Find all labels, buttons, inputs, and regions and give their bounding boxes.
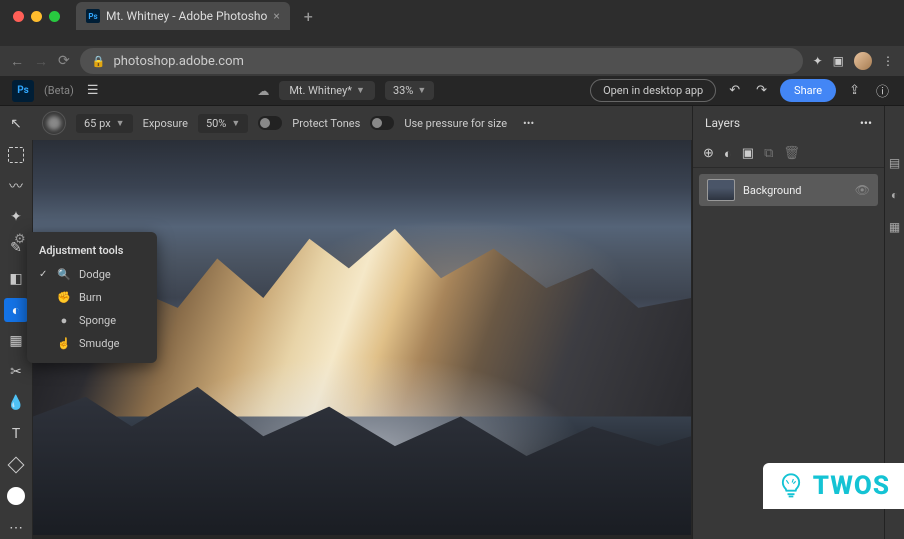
- popup-title: Adjustment tools: [27, 240, 157, 263]
- share-button[interactable]: Share: [780, 79, 836, 102]
- adjustments-panel-icon[interactable]: ◐: [891, 188, 898, 202]
- url-text: photoshop.adobe.com: [113, 54, 243, 69]
- exposure-label: Exposure: [143, 117, 188, 130]
- close-window-button[interactable]: [13, 11, 24, 22]
- smudge-icon: ☝: [57, 337, 71, 350]
- chevron-down-icon: ▼: [116, 118, 125, 129]
- type-tool[interactable]: T: [4, 423, 28, 446]
- gradient-tool[interactable]: ▦: [4, 330, 28, 353]
- help-icon[interactable]: ⓘ: [873, 78, 892, 103]
- layers-title: Layers: [705, 116, 740, 130]
- profile-avatar[interactable]: [854, 52, 872, 70]
- redo-button[interactable]: ↷: [753, 80, 770, 101]
- more-tools[interactable]: ⋯: [4, 516, 28, 539]
- exposure-field[interactable]: 50% ▼: [198, 114, 248, 133]
- watermark-text: TWOS: [813, 471, 890, 501]
- group-icon[interactable]: ⧉: [764, 146, 773, 161]
- dodge-tool[interactable]: ◐: [4, 298, 28, 321]
- burn-icon: ✊: [57, 291, 71, 304]
- cloud-icon[interactable]: ☁: [257, 84, 269, 98]
- export-icon[interactable]: ⇪: [846, 80, 863, 101]
- chevron-down-icon: ▼: [231, 118, 240, 129]
- reload-button[interactable]: ⟳: [58, 53, 70, 69]
- visibility-icon[interactable]: 👁: [855, 183, 870, 197]
- popup-item-sponge[interactable]: ✓ ● Sponge: [27, 309, 157, 332]
- photoshop-logo[interactable]: Ps: [12, 80, 34, 102]
- popup-item-burn[interactable]: ✓ ✊ Burn: [27, 286, 157, 309]
- dodge-icon: 🔍: [57, 268, 71, 281]
- mask-icon[interactable]: ▣: [742, 146, 754, 161]
- chevron-down-icon: ▼: [417, 85, 426, 96]
- extension-icons: ✦ ▣ ⋮: [813, 52, 894, 70]
- color-swatch[interactable]: [4, 485, 28, 508]
- layer-name: Background: [743, 184, 847, 197]
- eyedropper-tool[interactable]: 💧: [4, 392, 28, 415]
- url-field[interactable]: 🔒 photoshop.adobe.com: [80, 48, 803, 74]
- minimize-window-button[interactable]: [31, 11, 42, 22]
- more-options-icon[interactable]: •••: [523, 117, 534, 130]
- crop-tool[interactable]: ✂: [4, 361, 28, 384]
- adjustment-tools-popup: Adjustment tools ✓ 🔍 Dodge ✓ ✊ Burn ✓ ● …: [27, 232, 157, 363]
- marquee-tool[interactable]: [4, 143, 28, 166]
- undo-button[interactable]: ↶: [726, 80, 743, 101]
- layers-panel-header: Layers •••: [693, 106, 884, 140]
- pressure-size-label: Use pressure for size: [404, 117, 507, 130]
- brush-size-field[interactable]: 65 px ▼: [76, 114, 133, 133]
- popup-item-smudge[interactable]: ✓ ☝ Smudge: [27, 332, 157, 355]
- properties-panel-icon[interactable]: ▤: [889, 156, 900, 170]
- wand-tool[interactable]: ✦: [4, 205, 28, 228]
- document-name: Mt. Whitney*: [289, 84, 352, 97]
- tool-options-bar: 65 px ▼ Exposure 50% ▼ Protect Tones Use…: [32, 106, 692, 140]
- lock-icon: 🔒: [92, 55, 106, 68]
- window-controls: [13, 11, 60, 22]
- gear-icon[interactable]: ⚙: [14, 232, 26, 247]
- adjustment-layer-icon[interactable]: ◐: [724, 146, 732, 162]
- extension-icon[interactable]: ✦: [813, 54, 823, 68]
- zoom-dropdown[interactable]: 33% ▼: [385, 81, 434, 100]
- tab-strip: Ps Mt. Whitney - Adobe Photosho × +: [0, 0, 904, 32]
- home-icon[interactable]: ☰: [84, 80, 102, 101]
- protect-tones-toggle[interactable]: [258, 116, 282, 130]
- swatches-panel-icon[interactable]: ▦: [889, 220, 900, 234]
- delete-layer-icon[interactable]: 🗑: [783, 146, 800, 161]
- lightbulb-icon: [777, 472, 805, 500]
- app-header: Ps (Beta) ☰ ☁ Mt. Whitney* ▼ 33% ▼ Open …: [0, 76, 904, 106]
- bookmark-icon[interactable]: ▣: [833, 54, 844, 68]
- forward-button[interactable]: →: [34, 53, 48, 70]
- panel-menu-icon[interactable]: •••: [860, 116, 872, 130]
- eraser-tool[interactable]: ◧: [4, 267, 28, 290]
- brush-preview[interactable]: [42, 111, 66, 135]
- move-tool[interactable]: ↖: [4, 112, 28, 135]
- menu-icon[interactable]: ⋮: [882, 54, 894, 68]
- zoom-value: 33%: [393, 84, 413, 97]
- shape-tool[interactable]: [4, 454, 28, 477]
- browser-chrome: Ps Mt. Whitney - Adobe Photosho × +: [0, 0, 904, 46]
- pressure-size-toggle[interactable]: [370, 116, 394, 130]
- browser-tab[interactable]: Ps Mt. Whitney - Adobe Photosho ×: [76, 2, 290, 30]
- document-name-dropdown[interactable]: Mt. Whitney* ▼: [279, 81, 375, 100]
- close-tab-icon[interactable]: ×: [273, 9, 279, 23]
- maximize-window-button[interactable]: [49, 11, 60, 22]
- layer-thumbnail: [707, 179, 735, 201]
- address-bar: ← → ⟳ 🔒 photoshop.adobe.com ✦ ▣ ⋮: [0, 46, 904, 76]
- photoshop-favicon: Ps: [86, 9, 100, 23]
- add-layer-icon[interactable]: ⊕: [703, 146, 714, 161]
- sponge-icon: ●: [57, 314, 71, 327]
- open-desktop-button[interactable]: Open in desktop app: [590, 79, 716, 102]
- check-icon: ✓: [39, 269, 49, 280]
- layer-row[interactable]: Background 👁: [699, 174, 878, 206]
- protect-tones-label: Protect Tones: [292, 117, 360, 130]
- new-tab-button[interactable]: +: [296, 7, 321, 26]
- tab-title: Mt. Whitney - Adobe Photosho: [106, 9, 267, 23]
- back-button[interactable]: ←: [10, 53, 24, 70]
- beta-label: (Beta): [44, 84, 74, 97]
- layer-actions: ⊕ ◐ ▣ ⧉ 🗑: [693, 140, 884, 168]
- lasso-tool[interactable]: 〰: [4, 174, 28, 197]
- watermark: TWOS: [763, 463, 904, 509]
- chevron-down-icon: ▼: [356, 85, 365, 96]
- popup-item-dodge[interactable]: ✓ 🔍 Dodge: [27, 263, 157, 286]
